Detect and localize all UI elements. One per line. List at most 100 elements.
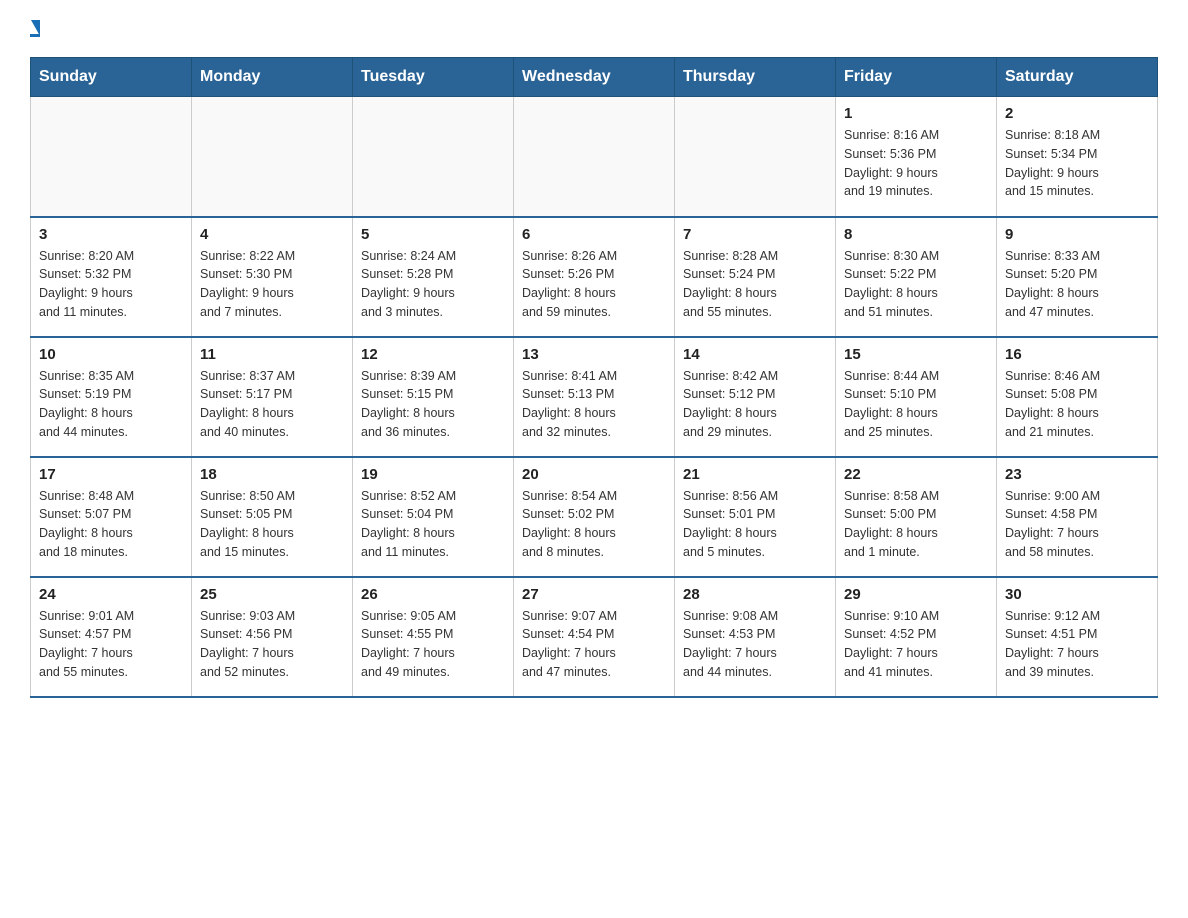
day-number: 29 (844, 586, 988, 603)
table-row: 22 Sunrise: 8:58 AMSunset: 5:00 PMDayligh… (836, 457, 997, 577)
day-info: Sunrise: 8:50 AMSunset: 5:05 PMDaylight:… (200, 487, 344, 562)
day-number: 25 (200, 586, 344, 603)
day-number: 1 (844, 105, 988, 122)
table-row: 26 Sunrise: 9:05 AMSunset: 4:55 PMDayligh… (353, 577, 514, 697)
day-info: Sunrise: 8:24 AMSunset: 5:28 PMDaylight:… (361, 247, 505, 322)
day-number: 14 (683, 346, 827, 363)
week-row-2: 3 Sunrise: 8:20 AMSunset: 5:32 PMDaylight… (31, 217, 1158, 337)
table-row: 29 Sunrise: 9:10 AMSunset: 4:52 PMDayligh… (836, 577, 997, 697)
day-number: 12 (361, 346, 505, 363)
day-number: 8 (844, 226, 988, 243)
table-row: 16 Sunrise: 8:46 AMSunset: 5:08 PMDayligh… (997, 337, 1158, 457)
day-info: Sunrise: 8:16 AMSunset: 5:36 PMDaylight:… (844, 126, 988, 201)
table-row: 1 Sunrise: 8:16 AMSunset: 5:36 PMDaylight… (836, 97, 997, 217)
day-number: 18 (200, 466, 344, 483)
table-row: 11Sunrise: 8:37 AMSunset: 5:17 PMDayligh… (192, 337, 353, 457)
table-row (192, 97, 353, 217)
day-number: 4 (200, 226, 344, 243)
day-info: Sunrise: 8:33 AMSunset: 5:20 PMDaylight:… (1005, 247, 1149, 322)
day-number: 22 (844, 466, 988, 483)
table-row: 30 Sunrise: 9:12 AMSunset: 4:51 PMDayligh… (997, 577, 1158, 697)
table-row: 18 Sunrise: 8:50 AMSunset: 5:05 PMDayligh… (192, 457, 353, 577)
day-number: 21 (683, 466, 827, 483)
day-number: 26 (361, 586, 505, 603)
day-info: Sunrise: 8:37 AMSunset: 5:17 PMDaylight:… (200, 367, 344, 442)
day-number: 7 (683, 226, 827, 243)
day-number: 30 (1005, 586, 1149, 603)
table-row: 10Sunrise: 8:35 AMSunset: 5:19 PMDayligh… (31, 337, 192, 457)
header-thursday: Thursday (675, 58, 836, 97)
table-row: 28 Sunrise: 9:08 AMSunset: 4:53 PMDayligh… (675, 577, 836, 697)
day-number: 5 (361, 226, 505, 243)
day-info: Sunrise: 9:12 AMSunset: 4:51 PMDaylight:… (1005, 607, 1149, 682)
day-number: 23 (1005, 466, 1149, 483)
table-row: 4 Sunrise: 8:22 AMSunset: 5:30 PMDaylight… (192, 217, 353, 337)
table-row: 13 Sunrise: 8:41 AMSunset: 5:13 PMDayligh… (514, 337, 675, 457)
day-number: 24 (39, 586, 183, 603)
day-info: Sunrise: 8:20 AMSunset: 5:32 PMDaylight:… (39, 247, 183, 322)
day-info: Sunrise: 8:26 AMSunset: 5:26 PMDaylight:… (522, 247, 666, 322)
week-row-4: 17 Sunrise: 8:48 AMSunset: 5:07 PMDayligh… (31, 457, 1158, 577)
table-row: 20Sunrise: 8:54 AMSunset: 5:02 PMDayligh… (514, 457, 675, 577)
logo-underline (30, 34, 40, 37)
table-row: 19 Sunrise: 8:52 AMSunset: 5:04 PMDayligh… (353, 457, 514, 577)
table-row (353, 97, 514, 217)
day-info: Sunrise: 8:48 AMSunset: 5:07 PMDaylight:… (39, 487, 183, 562)
header-saturday: Saturday (997, 58, 1158, 97)
day-info: Sunrise: 8:18 AMSunset: 5:34 PMDaylight:… (1005, 126, 1149, 201)
day-number: 13 (522, 346, 666, 363)
day-number: 27 (522, 586, 666, 603)
header-tuesday: Tuesday (353, 58, 514, 97)
table-row (675, 97, 836, 217)
logo (30, 20, 40, 37)
table-row: 15Sunrise: 8:44 AMSunset: 5:10 PMDayligh… (836, 337, 997, 457)
table-row: 7Sunrise: 8:28 AMSunset: 5:24 PMDaylight… (675, 217, 836, 337)
day-info: Sunrise: 9:05 AMSunset: 4:55 PMDaylight:… (361, 607, 505, 682)
table-row: 8Sunrise: 8:30 AMSunset: 5:22 PMDaylight… (836, 217, 997, 337)
day-info: Sunrise: 9:01 AMSunset: 4:57 PMDaylight:… (39, 607, 183, 682)
day-number: 17 (39, 466, 183, 483)
day-number: 15 (844, 346, 988, 363)
day-number: 28 (683, 586, 827, 603)
table-row: 14 Sunrise: 8:42 AMSunset: 5:12 PMDayligh… (675, 337, 836, 457)
table-row: 6Sunrise: 8:26 AMSunset: 5:26 PMDaylight… (514, 217, 675, 337)
table-row: 27 Sunrise: 9:07 AMSunset: 4:54 PMDayligh… (514, 577, 675, 697)
day-info: Sunrise: 8:56 AMSunset: 5:01 PMDaylight:… (683, 487, 827, 562)
day-info: Sunrise: 8:46 AMSunset: 5:08 PMDaylight:… (1005, 367, 1149, 442)
day-info: Sunrise: 8:22 AMSunset: 5:30 PMDaylight:… (200, 247, 344, 322)
day-headers-row: SundayMondayTuesdayWednesdayThursdayFrid… (31, 58, 1158, 97)
calendar-header: SundayMondayTuesdayWednesdayThursdayFrid… (31, 58, 1158, 97)
day-number: 3 (39, 226, 183, 243)
day-info: Sunrise: 9:10 AMSunset: 4:52 PMDaylight:… (844, 607, 988, 682)
day-number: 2 (1005, 105, 1149, 122)
table-row: 12 Sunrise: 8:39 AMSunset: 5:15 PMDayligh… (353, 337, 514, 457)
day-info: Sunrise: 8:39 AMSunset: 5:15 PMDaylight:… (361, 367, 505, 442)
week-row-1: 1 Sunrise: 8:16 AMSunset: 5:36 PMDaylight… (31, 97, 1158, 217)
table-row: 25Sunrise: 9:03 AMSunset: 4:56 PMDayligh… (192, 577, 353, 697)
table-row: 2 Sunrise: 8:18 AMSunset: 5:34 PMDaylight… (997, 97, 1158, 217)
table-row: 9 Sunrise: 8:33 AMSunset: 5:20 PMDaylight… (997, 217, 1158, 337)
calendar-body: 1 Sunrise: 8:16 AMSunset: 5:36 PMDaylight… (31, 97, 1158, 697)
table-row: 23 Sunrise: 9:00 AMSunset: 4:58 PMDayligh… (997, 457, 1158, 577)
day-number: 9 (1005, 226, 1149, 243)
header-sunday: Sunday (31, 58, 192, 97)
day-info: Sunrise: 8:41 AMSunset: 5:13 PMDaylight:… (522, 367, 666, 442)
header-friday: Friday (836, 58, 997, 97)
day-info: Sunrise: 8:42 AMSunset: 5:12 PMDaylight:… (683, 367, 827, 442)
day-info: Sunrise: 9:07 AMSunset: 4:54 PMDaylight:… (522, 607, 666, 682)
day-info: Sunrise: 9:08 AMSunset: 4:53 PMDaylight:… (683, 607, 827, 682)
day-number: 16 (1005, 346, 1149, 363)
table-row: 21 Sunrise: 8:56 AMSunset: 5:01 PMDayligh… (675, 457, 836, 577)
day-info: Sunrise: 9:00 AMSunset: 4:58 PMDaylight:… (1005, 487, 1149, 562)
day-info: Sunrise: 8:52 AMSunset: 5:04 PMDaylight:… (361, 487, 505, 562)
day-info: Sunrise: 8:35 AMSunset: 5:19 PMDaylight:… (39, 367, 183, 442)
day-number: 19 (361, 466, 505, 483)
calendar-table: SundayMondayTuesdayWednesdayThursdayFrid… (30, 57, 1158, 698)
day-number: 20 (522, 466, 666, 483)
page-header (30, 20, 1158, 37)
day-info: Sunrise: 8:58 AMSunset: 5:00 PMDaylight:… (844, 487, 988, 562)
table-row: 5 Sunrise: 8:24 AMSunset: 5:28 PMDaylight… (353, 217, 514, 337)
header-wednesday: Wednesday (514, 58, 675, 97)
header-monday: Monday (192, 58, 353, 97)
table-row: 17 Sunrise: 8:48 AMSunset: 5:07 PMDayligh… (31, 457, 192, 577)
